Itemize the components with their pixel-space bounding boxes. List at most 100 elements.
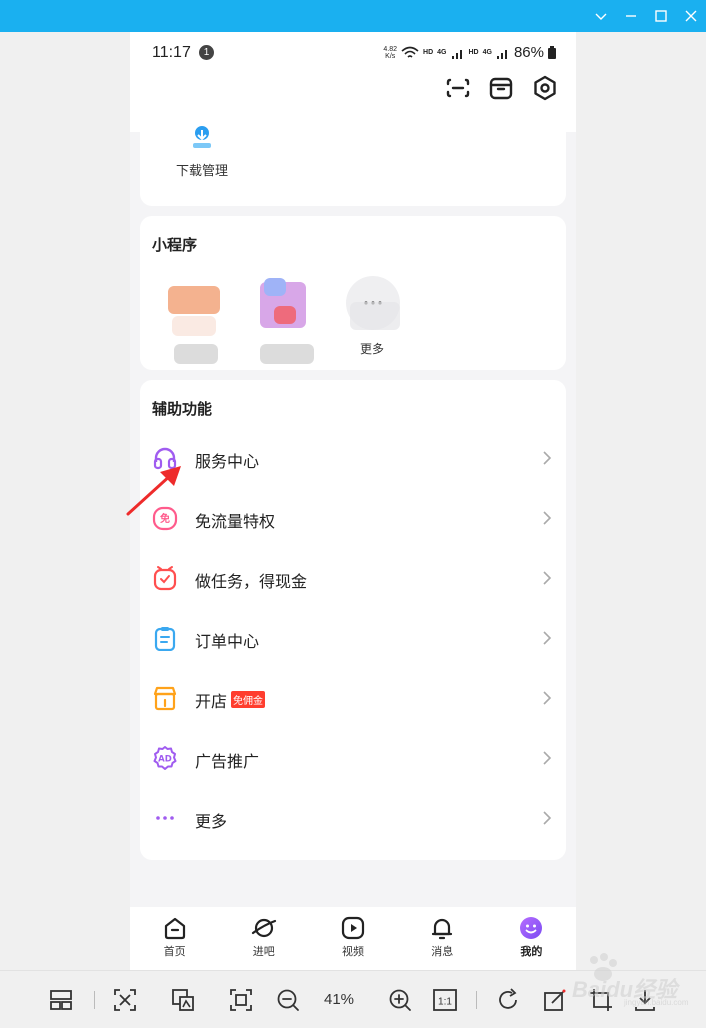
chevron-right-icon (543, 571, 552, 585)
maximize-icon (655, 10, 667, 22)
battery-icon (548, 46, 556, 59)
tab-messages[interactable]: 消息 (398, 907, 487, 970)
watermark-subtext: jingyan.baidu.com (624, 998, 689, 1007)
bell-icon (432, 918, 453, 940)
list-item-label: 做任务，得现金 (195, 572, 308, 591)
actual-size-button[interactable]: 1:1 (432, 987, 458, 1013)
blurred-app-icon-top (264, 278, 286, 296)
signal-icon (451, 49, 462, 59)
minimize-button[interactable] (616, 0, 646, 32)
mini-program-item[interactable] (252, 276, 316, 366)
rotate-icon (499, 988, 517, 1009)
window-controls (586, 0, 706, 32)
box-icon[interactable] (487, 74, 515, 102)
tab-label: 进吧 (252, 945, 275, 958)
status-time: 11:17 (152, 44, 191, 61)
list-item-label-text: 开店 (195, 692, 228, 711)
more-label: 更多 (359, 342, 384, 356)
zoom-out-button[interactable] (275, 987, 301, 1013)
assist-functions-title: 辅助功能 (152, 400, 213, 418)
chevron-right-icon (543, 751, 552, 765)
ocr-button[interactable] (170, 987, 196, 1013)
edit-icon (544, 989, 566, 1011)
list-item-order-center[interactable]: 订单中心 (140, 608, 566, 668)
download-icon (193, 126, 211, 148)
tab-profile[interactable]: 我的 (487, 907, 576, 970)
phone-screenshot: 11:17 1 4.82 K/s HD 4G HD 4G 86% 下载管理 小程… (130, 32, 576, 970)
fullscreen-icon (230, 989, 252, 1011)
maximize-button[interactable] (646, 0, 676, 32)
zoom-level: 41% (324, 991, 355, 1008)
tab-video[interactable]: 视频 (308, 907, 397, 970)
list-item-tasks-cash[interactable]: 做任务，得现金 (140, 548, 566, 608)
clipboard-icon (154, 627, 176, 651)
chevron-right-icon (543, 631, 552, 645)
window-titlebar (0, 0, 706, 32)
more-dots-icon (156, 816, 174, 820)
settings-icon[interactable] (531, 74, 559, 102)
fullscreen-button[interactable] (228, 987, 254, 1013)
blurred-app-icon (168, 286, 220, 314)
annotation-arrow-icon (126, 466, 181, 516)
tab-forum[interactable]: 进吧 (219, 907, 308, 970)
chevron-down-icon (595, 13, 607, 20)
minimize-icon (626, 15, 636, 17)
commission-free-badge: 免佣金 (231, 691, 266, 708)
toolbar-divider (476, 991, 477, 1009)
list-item-label: 订单中心 (195, 632, 260, 651)
thumbnails-button[interactable] (48, 987, 74, 1013)
network-type: 4G (437, 49, 447, 56)
bottom-tab-bar: 首页 进吧 视频 消息 我的 (130, 907, 576, 970)
svg-text:AD: AD (158, 755, 172, 765)
notification-badge: 1 (199, 45, 214, 60)
chevron-right-icon (543, 451, 552, 465)
list-item-ad-promotion[interactable]: AD 广告推广 (140, 728, 566, 788)
download-manager-item[interactable]: 下载管理 (170, 124, 234, 179)
edit-button[interactable] (542, 987, 568, 1013)
play-icon (341, 916, 365, 940)
blurred-app-icon-shade (172, 316, 216, 336)
layout-icon (50, 990, 72, 1010)
close-button[interactable] (676, 0, 706, 32)
mini-programs-card: 小程序 更多 (140, 216, 566, 370)
list-item-free-data[interactable]: 免 免流量特权 (140, 488, 566, 548)
chevron-right-icon (543, 691, 552, 705)
mini-programs-more[interactable]: 更多 (340, 276, 404, 366)
chevron-right-icon (543, 511, 552, 525)
tab-home[interactable]: 首页 (130, 907, 219, 970)
close-icon (685, 10, 697, 22)
list-item-label: 更多 (195, 812, 228, 831)
zoom-in-button[interactable] (387, 987, 413, 1013)
status-indicators: 4.82 K/s HD 4G HD 4G 86% (383, 44, 556, 61)
list-item-label: 免流量特权 (195, 512, 276, 531)
planet-icon (251, 918, 276, 938)
network-speed: 4.82 K/s (383, 46, 397, 60)
chevron-right-icon (543, 811, 552, 825)
network-speed-unit: K/s (385, 52, 396, 60)
collapse-button[interactable] (586, 0, 616, 32)
scan-icon[interactable] (444, 74, 472, 102)
tab-label: 消息 (431, 945, 454, 958)
mini-programs-title: 小程序 (152, 236, 198, 254)
blurred-app-label (174, 344, 218, 364)
list-item-more[interactable]: 更多 (140, 788, 566, 848)
home-icon (164, 917, 185, 940)
shrink-icon (114, 989, 136, 1011)
smile-icon (520, 917, 543, 939)
image-text-icon (172, 989, 194, 1011)
tab-label: 我的 (520, 945, 543, 958)
zoom-in-icon (389, 989, 411, 1011)
actual-size-label: 1:1 (438, 997, 452, 1008)
list-item-open-shop[interactable]: 开店 免佣金 (140, 668, 566, 728)
tab-label: 视频 (342, 945, 364, 958)
hd-indicator-2: HD (468, 49, 479, 56)
fit-button[interactable] (112, 987, 138, 1013)
tab-label: 首页 (163, 945, 186, 958)
list-item-service-center[interactable]: 服务中心 (140, 428, 566, 488)
assist-functions-card: 辅助功能 服务中心 免 免流量特权 做任务，得现金 订单中心 开店 免佣金 AD… (140, 380, 566, 860)
mini-program-item[interactable] (166, 276, 230, 366)
ad-icon: AD (153, 746, 177, 770)
list-item-label: 开店 免佣金 (195, 688, 266, 712)
rotate-button[interactable] (495, 987, 521, 1013)
download-manager-label: 下载管理 (175, 164, 228, 179)
